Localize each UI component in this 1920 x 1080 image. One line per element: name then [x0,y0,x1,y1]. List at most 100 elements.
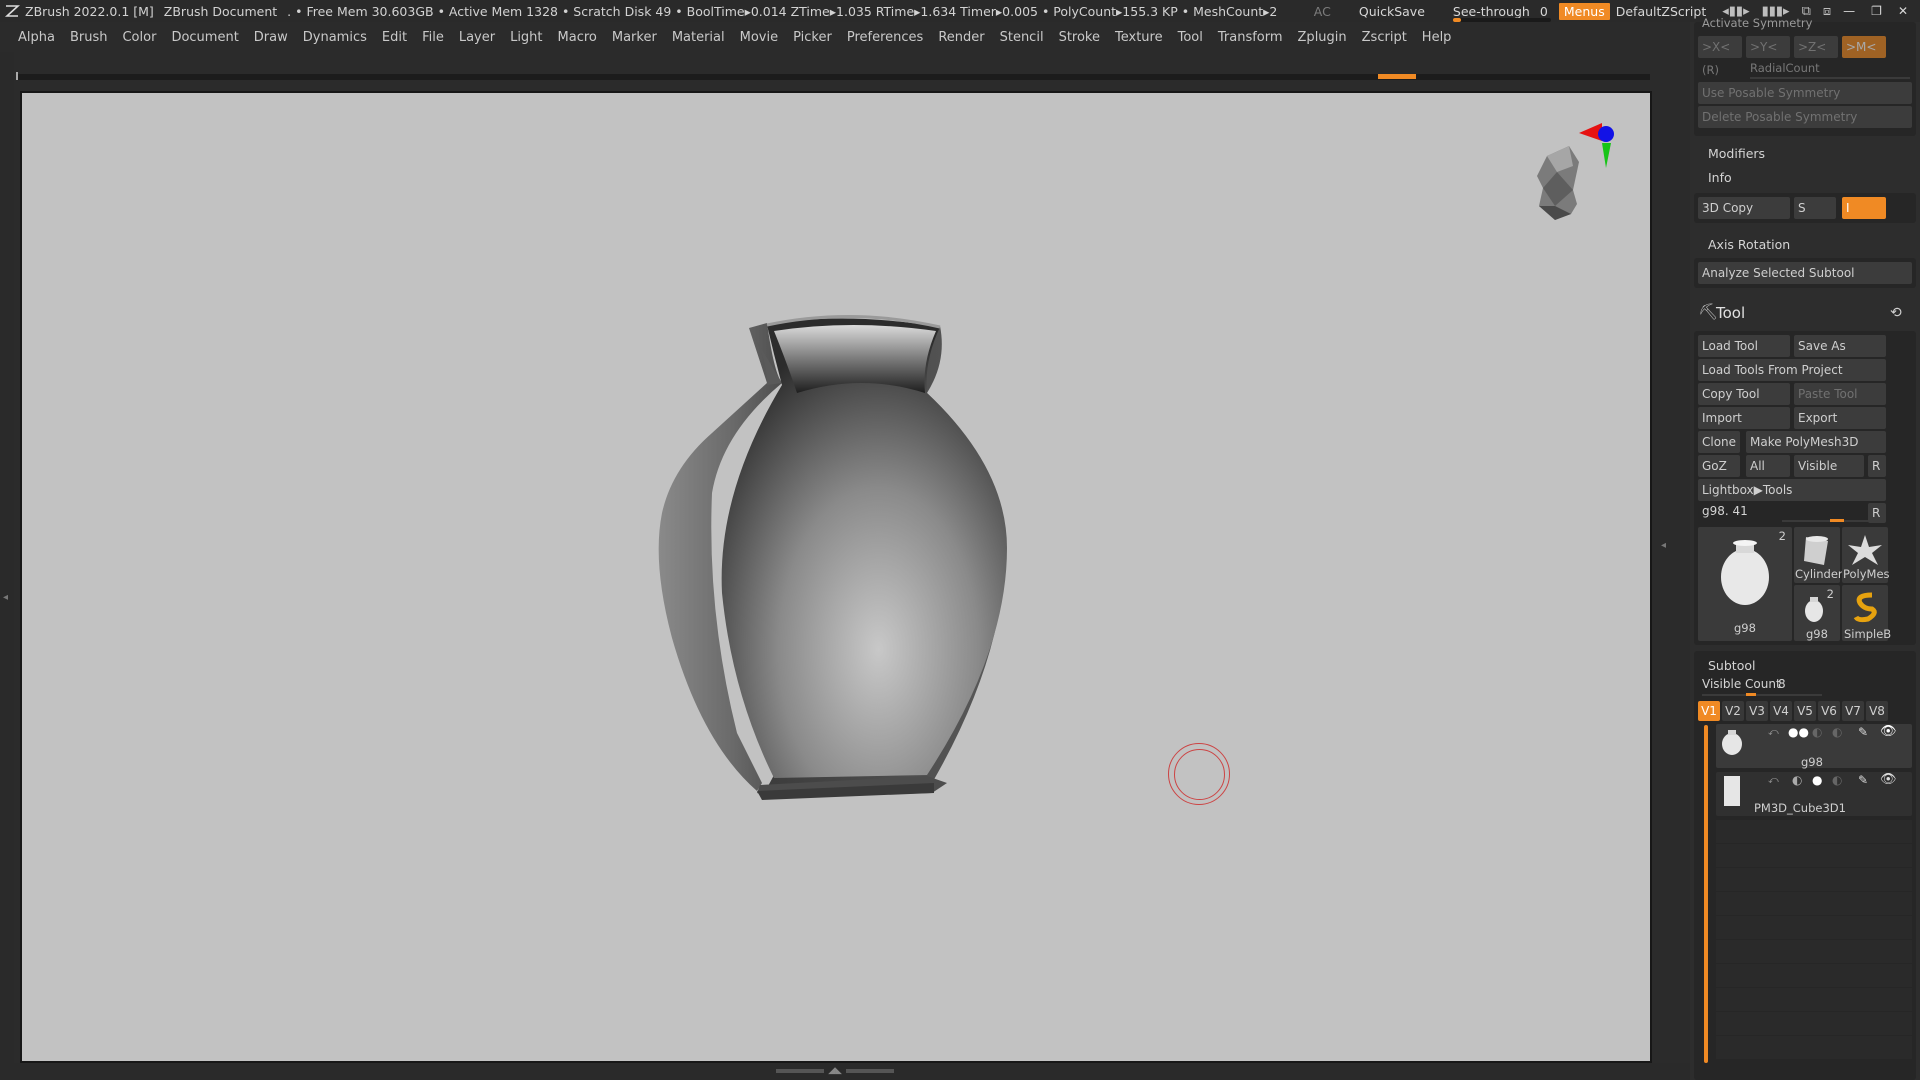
3d-copy-s-button[interactable]: S [1794,197,1836,219]
subtool-row-pm3d-cube[interactable]: ⤺ ◐ ● ◐ ✎ 👁 PM3D_Cube3D1 [1716,772,1912,816]
subtool-g98-dynamic-icon[interactable]: ⤺ [1768,727,1779,738]
load-tools-from-project-button[interactable]: Load Tools From Project [1698,359,1886,381]
make-polymesh3d-button[interactable]: Make PolyMesh3D [1746,431,1886,453]
menu-dynamics[interactable]: Dynamics [303,30,367,45]
subtool-g98-polygroup-icon[interactable]: ●● [1788,725,1809,739]
paste-tool-button[interactable]: Paste Tool [1794,383,1886,405]
menu-macro[interactable]: Macro [558,30,597,45]
tool-thumb-g98-main[interactable]: 2 g98 [1698,527,1792,641]
subtool-cube-brush-icon[interactable]: ✎ [1858,773,1868,787]
tool-palette-refresh-icon[interactable]: ⟲ [1890,305,1902,321]
subtool-row-g98[interactable]: ⤺ ●● ◐ ◐ ✎ 👁 g98 [1716,724,1912,769]
goz-r-button[interactable]: R [1868,455,1886,477]
quicksave-button[interactable]: QuickSave [1359,4,1425,19]
goz-visible-button[interactable]: Visible [1794,455,1864,477]
export-button[interactable]: Export [1794,407,1886,429]
menu-draw[interactable]: Draw [254,30,288,45]
menu-help[interactable]: Help [1422,30,1452,45]
vset-tab-v6[interactable]: V6 [1818,701,1840,721]
default-zscript-button[interactable]: DefaultZScript [1616,4,1707,19]
see-through-slider[interactable]: See-through 0 [1452,4,1551,22]
left-tray[interactable]: ◂ [0,52,14,1080]
3d-copy-button[interactable]: 3D Copy [1698,197,1790,219]
activate-symmetry-label[interactable]: Activate Symmetry [1702,16,1812,30]
vset-tab-v1[interactable]: V1 [1698,701,1720,721]
subtool-scrollbar[interactable] [1704,725,1708,1063]
current-tool-slider-thumb[interactable] [1830,519,1844,522]
menu-transform[interactable]: Transform [1218,30,1283,45]
symmetry-m-button[interactable]: >M< [1842,36,1886,58]
tool-thumb-cylinder[interactable]: Cylinder [1794,527,1843,583]
tool-thumb-polymesh[interactable]: PolyMes [1842,527,1890,583]
window-stack-icon[interactable]: ⧈ [1823,4,1831,19]
symmetry-y-button[interactable]: >Y< [1746,36,1790,58]
modifiers-subpalette[interactable]: Modifiers [1708,146,1765,161]
vset-tab-v2[interactable]: V2 [1722,701,1744,721]
goz-button[interactable]: GoZ [1698,455,1740,477]
tool-thumb-simplebrush[interactable]: SimpleB [1842,585,1891,641]
vset-tab-v3[interactable]: V3 [1746,701,1768,721]
tool-thumb-g98-small[interactable]: 2 g98 [1794,585,1840,641]
menu-material[interactable]: Material [672,30,725,45]
timeline-ruler[interactable] [16,72,1650,80]
symmetry-z-button[interactable]: >Z< [1794,36,1838,58]
timeline-position-marker[interactable] [1378,74,1416,79]
visible-count-slider-thumb[interactable] [1746,693,1756,696]
save-as-button[interactable]: Save As [1794,335,1886,357]
subtool-g98-brush-icon[interactable]: ✎ [1858,725,1868,739]
ac-button[interactable]: AC [1314,4,1331,19]
close-icon[interactable]: ✕ [1898,4,1908,18]
menu-zplugin[interactable]: Zplugin [1298,30,1347,45]
info-subpalette[interactable]: Info [1708,170,1732,185]
subtool-cube-polygroup-icon[interactable]: ◐ [1792,773,1802,787]
subtool-g98-boolean-icon[interactable]: ◐ [1832,725,1842,739]
tray-expand-right-icon[interactable]: ◂ [1661,540,1666,551]
subtool-subpalette-title[interactable]: Subtool [1708,658,1755,673]
minimize-icon[interactable]: — [1843,4,1855,18]
menu-zscript[interactable]: Zscript [1362,30,1407,45]
vset-tab-v5[interactable]: V5 [1794,701,1816,721]
menu-texture[interactable]: Texture [1115,30,1163,45]
import-button[interactable]: Import [1698,407,1790,429]
menu-picker[interactable]: Picker [793,30,832,45]
bottom-tray-handle-icon[interactable]: ◢◣ [770,1066,900,1076]
subtool-cube-dynamic-icon[interactable]: ⤺ [1768,775,1779,786]
tray-expand-left-icon[interactable]: ◂ [3,592,8,603]
document-canvas[interactable] [20,91,1652,1063]
current-tool-r-button[interactable]: R [1868,503,1886,523]
current-tool-slider[interactable]: g98. 41 [1702,504,1748,518]
subtool-cube-eye-icon[interactable]: 👁 [1880,772,1897,787]
radial-count-slider[interactable]: RadialCount [1750,61,1820,75]
subtool-g98-folder-icon[interactable]: ◐ [1812,725,1822,739]
goz-all-button[interactable]: All [1746,455,1790,477]
symmetry-r-button[interactable]: (R) [1702,63,1719,77]
analyze-selected-subtool-button[interactable]: Analyze Selected Subtool [1698,262,1912,284]
vset-tab-v7[interactable]: V7 [1842,701,1864,721]
tool-palette-title[interactable]: Tool [1716,304,1745,322]
copy-tool-button[interactable]: Copy Tool [1698,383,1790,405]
menu-color[interactable]: Color [122,30,156,45]
subtool-cube-boolean-icon[interactable]: ◐ [1832,773,1842,787]
menu-tool[interactable]: Tool [1178,30,1203,45]
menu-brush[interactable]: Brush [70,30,108,45]
3d-copy-i-button[interactable]: I [1842,197,1886,219]
menu-movie[interactable]: Movie [740,30,778,45]
vset-tab-v8[interactable]: V8 [1866,701,1888,721]
menu-alpha[interactable]: Alpha [18,30,55,45]
menu-layer[interactable]: Layer [459,30,495,45]
subtool-g98-eye-icon[interactable]: 👁 [1880,724,1897,739]
axis-rotation-subpalette[interactable]: Axis Rotation [1708,237,1790,252]
menu-document[interactable]: Document [171,30,238,45]
clone-button[interactable]: Clone [1698,431,1740,453]
vset-tab-v4[interactable]: V4 [1770,701,1792,721]
menu-edit[interactable]: Edit [382,30,407,45]
bottom-tray[interactable]: ◢◣ [0,1063,1690,1080]
menu-light[interactable]: Light [510,30,542,45]
symmetry-x-button[interactable]: >X< [1698,36,1742,58]
right-tray[interactable]: ◂ [1652,52,1690,1080]
subtool-cube-folder-icon[interactable]: ● [1812,773,1822,787]
menu-render[interactable]: Render [938,30,984,45]
vase-model[interactable] [22,93,1650,1061]
use-posable-symmetry-button[interactable]: Use Posable Symmetry [1698,82,1912,104]
visible-count-label[interactable]: Visible Count [1702,677,1781,691]
